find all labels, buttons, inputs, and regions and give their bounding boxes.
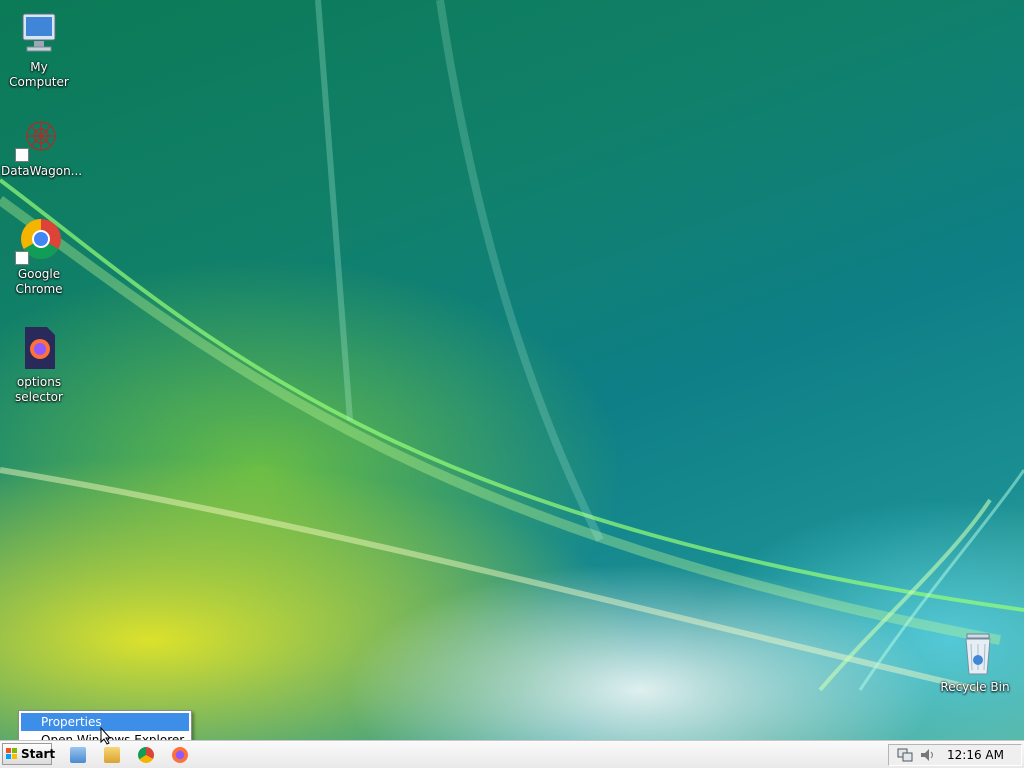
shortcut-arrow-icon <box>15 148 29 162</box>
desktop-icon-options-selector[interactable]: options selector <box>1 325 77 405</box>
windows-logo-icon <box>6 748 17 759</box>
firefox-icon[interactable] <box>172 747 188 763</box>
desktop-icon-label: My Computer <box>9 60 69 89</box>
taskbar: Start 12:16 AM <box>0 740 1024 768</box>
datawagon-icon <box>15 114 63 162</box>
network-icon[interactable] <box>897 747 913 763</box>
mouse-cursor-icon <box>100 727 112 745</box>
recycle-bin-icon <box>951 630 999 678</box>
desktop-icon-my-computer[interactable]: My Computer <box>1 10 77 90</box>
my-computer-icon <box>15 10 63 58</box>
start-button[interactable]: Start <box>2 743 56 765</box>
desktop-icon-datawagon[interactable]: DataWagon... <box>1 114 82 179</box>
desktop-icon-recycle-bin[interactable]: Recycle Bin <box>937 630 1013 695</box>
chrome-icon[interactable] <box>138 747 154 763</box>
system-tray: 12:16 AM <box>888 744 1022 766</box>
start-label: Start <box>21 747 56 761</box>
desktop-icon-label: options selector <box>15 375 63 404</box>
desktop-icon-label: Google Chrome <box>15 267 63 296</box>
wallpaper <box>0 0 1024 693</box>
desktop-icon-label: DataWagon... <box>1 164 83 178</box>
desktop-icon-label: Recycle Bin <box>940 680 1010 694</box>
shortcut-arrow-icon <box>15 251 29 265</box>
show-desktop-icon[interactable] <box>70 747 86 763</box>
clock[interactable]: 12:16 AM <box>947 748 1004 762</box>
volume-icon[interactable] <box>919 747 935 763</box>
firefox-file-icon <box>15 325 63 373</box>
desktop-icon-google-chrome[interactable]: Google Chrome <box>1 217 77 297</box>
chrome-icon <box>15 217 63 265</box>
explorer-icon[interactable] <box>104 747 120 763</box>
